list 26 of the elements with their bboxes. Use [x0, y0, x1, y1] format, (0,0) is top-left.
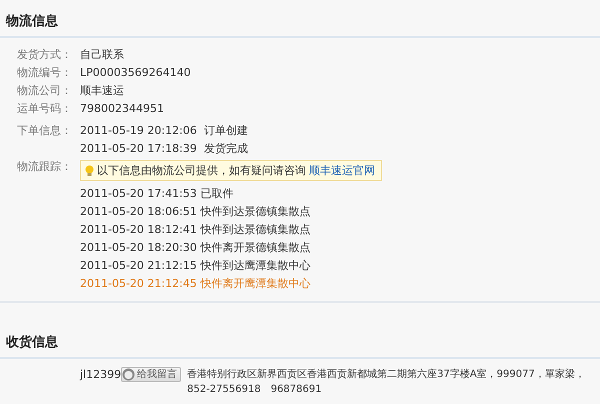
- message-button[interactable]: 给我留言: [121, 367, 182, 382]
- tracking-event: 2011-05-20 17:41:53 已取件: [80, 186, 234, 202]
- tracking-event: 2011-05-20 18:12:41 快件到达景德镇集散点: [80, 222, 312, 238]
- field-label: 物流跟踪：: [16, 159, 73, 175]
- field-label: 下单信息：: [16, 123, 73, 139]
- order-entry: 2011-05-20 17:18:39 发货完成: [80, 141, 248, 157]
- field-label: 发货方式：: [16, 47, 73, 63]
- field-value: LP00003569264140: [80, 65, 191, 81]
- tracking-event: 2011-05-20 21:12:15 快件到达鹰潭集散中心: [80, 258, 312, 274]
- field-label: 物流公司：: [16, 83, 73, 99]
- tracking-event: 2011-05-20 18:20:30 快件离开景德镇集散点: [80, 240, 312, 256]
- tracking-event: 2011-05-20 18:06:51 快件到达景德镇集散点: [80, 204, 312, 220]
- order-entry: 2011-05-19 20:12:06 订单创建: [80, 123, 248, 139]
- tracking-event: 2011-05-20 21:12:45 快件离开鹰潭集散中心: [80, 276, 312, 292]
- notice-text: 以下信息由物流公司提供，如有疑问请咨询: [97, 163, 306, 178]
- courier-link[interactable]: 顺丰速运官网: [309, 163, 375, 178]
- lightbulb-icon: [85, 164, 94, 176]
- field-label: 物流编号：: [16, 65, 73, 81]
- section-title: 物流信息: [6, 12, 58, 30]
- address-text: 香港特别行政区新界西贡区香港西贡新都城第二期第六座37字楼A室，999077，單家梁，852-27556918 96878691: [187, 368, 586, 397]
- section-title: 收货信息: [6, 334, 58, 351]
- field-value: 798002344951: [80, 101, 164, 117]
- field-value: 顺丰速运: [80, 83, 124, 99]
- field-value: 自己联系: [80, 47, 124, 63]
- field-label: 运单号码：: [16, 101, 73, 117]
- username: jl12399: [80, 367, 122, 382]
